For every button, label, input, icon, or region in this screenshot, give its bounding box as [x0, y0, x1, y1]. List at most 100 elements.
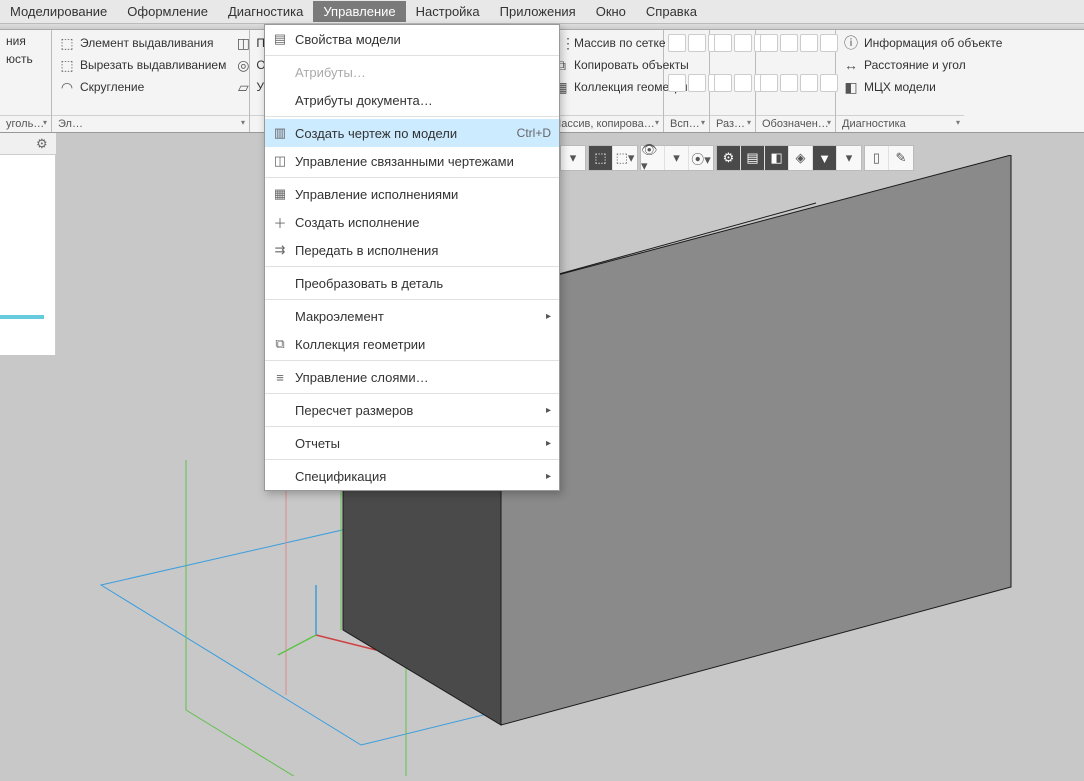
ft-target[interactable]: ⦿▾ [689, 146, 713, 170]
chevron-right-icon: ▸ [546, 405, 551, 416]
dim-icons[interactable] [712, 32, 752, 113]
annot-icons[interactable] [758, 32, 830, 113]
send-icon: ⇉ [271, 242, 289, 258]
menu-separator [265, 459, 559, 460]
ft-group-5: ▯ ✎ [864, 145, 914, 171]
ft-filter[interactable]: ▼ [813, 146, 837, 170]
menu-specification[interactable]: Спецификация▸ [265, 462, 559, 490]
ribbon-group-elements: ⬚Элемент выдавливания ⬚Вырезать выдавлив… [52, 30, 250, 132]
menu-separator [265, 55, 559, 56]
menu-attributes: Атрибуты… [265, 58, 559, 86]
cut-icon: ⬚ [58, 56, 76, 74]
menu-separator [265, 116, 559, 117]
menu-separator [265, 360, 559, 361]
ribbon-group-dim: Разме… [710, 30, 756, 132]
shortcut-label: Ctrl+D [517, 126, 551, 140]
ft-dd[interactable]: ▾ [665, 146, 689, 170]
ribbon-btn-line[interactable]: ния [2, 32, 37, 50]
ribbon-label-6: Обозначения [756, 115, 835, 132]
menu-settings[interactable]: Настройка [406, 1, 490, 22]
menu-reports[interactable]: Отчеты▸ [265, 429, 559, 457]
ft-gear[interactable]: ⚙ [717, 146, 741, 170]
cut-extrude-button[interactable]: ⬚Вырезать выдавливанием [54, 54, 230, 76]
menu-create-drawing[interactable]: ▥Создать чертеж по моделиCtrl+D [265, 119, 559, 147]
mcx-model-button[interactable]: ◧МЦХ модели [838, 76, 1006, 98]
menu-macroelement[interactable]: Макроэлемент▸ [265, 302, 559, 330]
info-object-button[interactable]: ⓘИнформация об объекте [838, 32, 1006, 54]
ribbon-label-7: Диагностика [836, 115, 964, 132]
menu-diagnostics[interactable]: Диагностика [218, 1, 313, 22]
menu-layers[interactable]: ≡Управление слоями… [265, 363, 559, 391]
menu-linked-drawings[interactable]: ◫Управление связанными чертежами [265, 147, 559, 175]
ft-cube[interactable]: ⬚ [589, 146, 613, 170]
view-toolbar: ▾ ⬚ ⬚▾ 👁▾ ▾ ⦿▾ ⚙ ▤ ◧ ◈ ▼ ▾ ▯ ✎ [560, 145, 914, 171]
mcx-icon: ◧ [842, 78, 860, 96]
ft-dropdown-1[interactable]: ▾ [561, 146, 585, 170]
ft-group-1: ▾ [560, 145, 586, 171]
distance-icon: ↔ [842, 56, 860, 74]
menu-doc-attributes[interactable]: Атрибуты документа… [265, 86, 559, 114]
menu-control[interactable]: Управление [313, 1, 405, 22]
menu-create-execution[interactable]: ＋Создать исполнение [265, 208, 559, 236]
ft-pencil[interactable]: ✎ [889, 146, 913, 170]
menu-manage-executions[interactable]: ▦Управление исполнениями [265, 180, 559, 208]
chevron-right-icon: ▸ [546, 311, 551, 322]
menu-separator [265, 426, 559, 427]
chevron-right-icon: ▸ [546, 471, 551, 482]
ribbon-label-4: Вспом… [664, 115, 709, 132]
menu-window[interactable]: Окно [586, 1, 636, 22]
ribbon-label-3: Массив, копирование [546, 115, 663, 132]
menu-separator [265, 177, 559, 178]
menu-bar: Моделирование Оформление Диагностика Упр… [0, 0, 1084, 24]
control-dropdown: ▤Свойства модели Атрибуты… Атрибуты доку… [264, 24, 560, 491]
ft-shade[interactable]: ◧ [765, 146, 789, 170]
left-panel [0, 155, 56, 355]
ft-group-4: ⚙ ▤ ◧ ◈ ▼ ▾ [716, 145, 862, 171]
ribbon-group-diag: ⓘИнформация об объекте ↔Расстояние и уго… [836, 30, 964, 132]
chevron-right-icon: ▸ [546, 438, 551, 449]
ribbon-btn-surf[interactable]: юсть [2, 50, 37, 68]
properties-icon: ▤ [271, 31, 289, 47]
ft-group-3: 👁▾ ▾ ⦿▾ [640, 145, 714, 171]
aux-icons[interactable] [666, 32, 706, 113]
ribbon-label-1: Эл… [52, 115, 249, 132]
extrude-icon: ⬚ [58, 34, 76, 52]
drawing-icon: ▥ [271, 125, 289, 141]
ft-group-2: ⬚ ⬚▾ [588, 145, 638, 171]
fillet-button[interactable]: ◠Скругление [54, 76, 230, 98]
ribbon-group-array: ⋮⋮Массив по сетке ⧉Копировать объекты ▦К… [546, 30, 664, 132]
ft-filter-dd[interactable]: ▾ [837, 146, 861, 170]
menu-design[interactable]: Оформление [117, 1, 218, 22]
menu-separator [265, 393, 559, 394]
ft-panel[interactable]: ▤ [741, 146, 765, 170]
fillet-icon: ◠ [58, 78, 76, 96]
ft-cube-dd[interactable]: ⬚▾ [613, 146, 637, 170]
plus-icon: ＋ [271, 213, 289, 232]
menu-model-properties[interactable]: ▤Свойства модели [265, 25, 559, 53]
extrude-button[interactable]: ⬚Элемент выдавливания [54, 32, 230, 54]
distance-angle-button[interactable]: ↔Расстояние и угол [838, 54, 1006, 76]
gear-icon[interactable]: ⚙ [36, 136, 52, 152]
menu-apps[interactable]: Приложения [490, 1, 586, 22]
menu-convert-to-part[interactable]: Преобразовать в деталь [265, 269, 559, 297]
ribbon-group-shape: ния юсть угольник [0, 30, 52, 132]
exec-icon: ▦ [271, 186, 289, 202]
tool-strip: ⚙ [0, 133, 56, 155]
menu-separator [265, 299, 559, 300]
menu-separator [265, 266, 559, 267]
menu-recalc-dimensions[interactable]: Пересчет размеров▸ [265, 396, 559, 424]
ribbon-group-annot: Обозначения [756, 30, 836, 132]
ft-diamond[interactable]: ◈ [789, 146, 813, 170]
linked-icon: ◫ [271, 153, 289, 169]
ft-visibility[interactable]: 👁▾ [641, 146, 665, 170]
3d-viewport[interactable] [56, 155, 1084, 776]
collection-icon: ⧉ [271, 336, 289, 352]
ribbon-group-aux: Вспом… [664, 30, 710, 132]
menu-modeling[interactable]: Моделирование [0, 1, 117, 22]
menu-help[interactable]: Справка [636, 1, 707, 22]
menu-geometry-collection[interactable]: ⧉Коллекция геометрии [265, 330, 559, 358]
menu-send-to-executions[interactable]: ⇉Передать в исполнения [265, 236, 559, 264]
ribbon-label-0: угольник [0, 115, 51, 132]
left-tab-marker [0, 315, 44, 319]
ft-rect[interactable]: ▯ [865, 146, 889, 170]
